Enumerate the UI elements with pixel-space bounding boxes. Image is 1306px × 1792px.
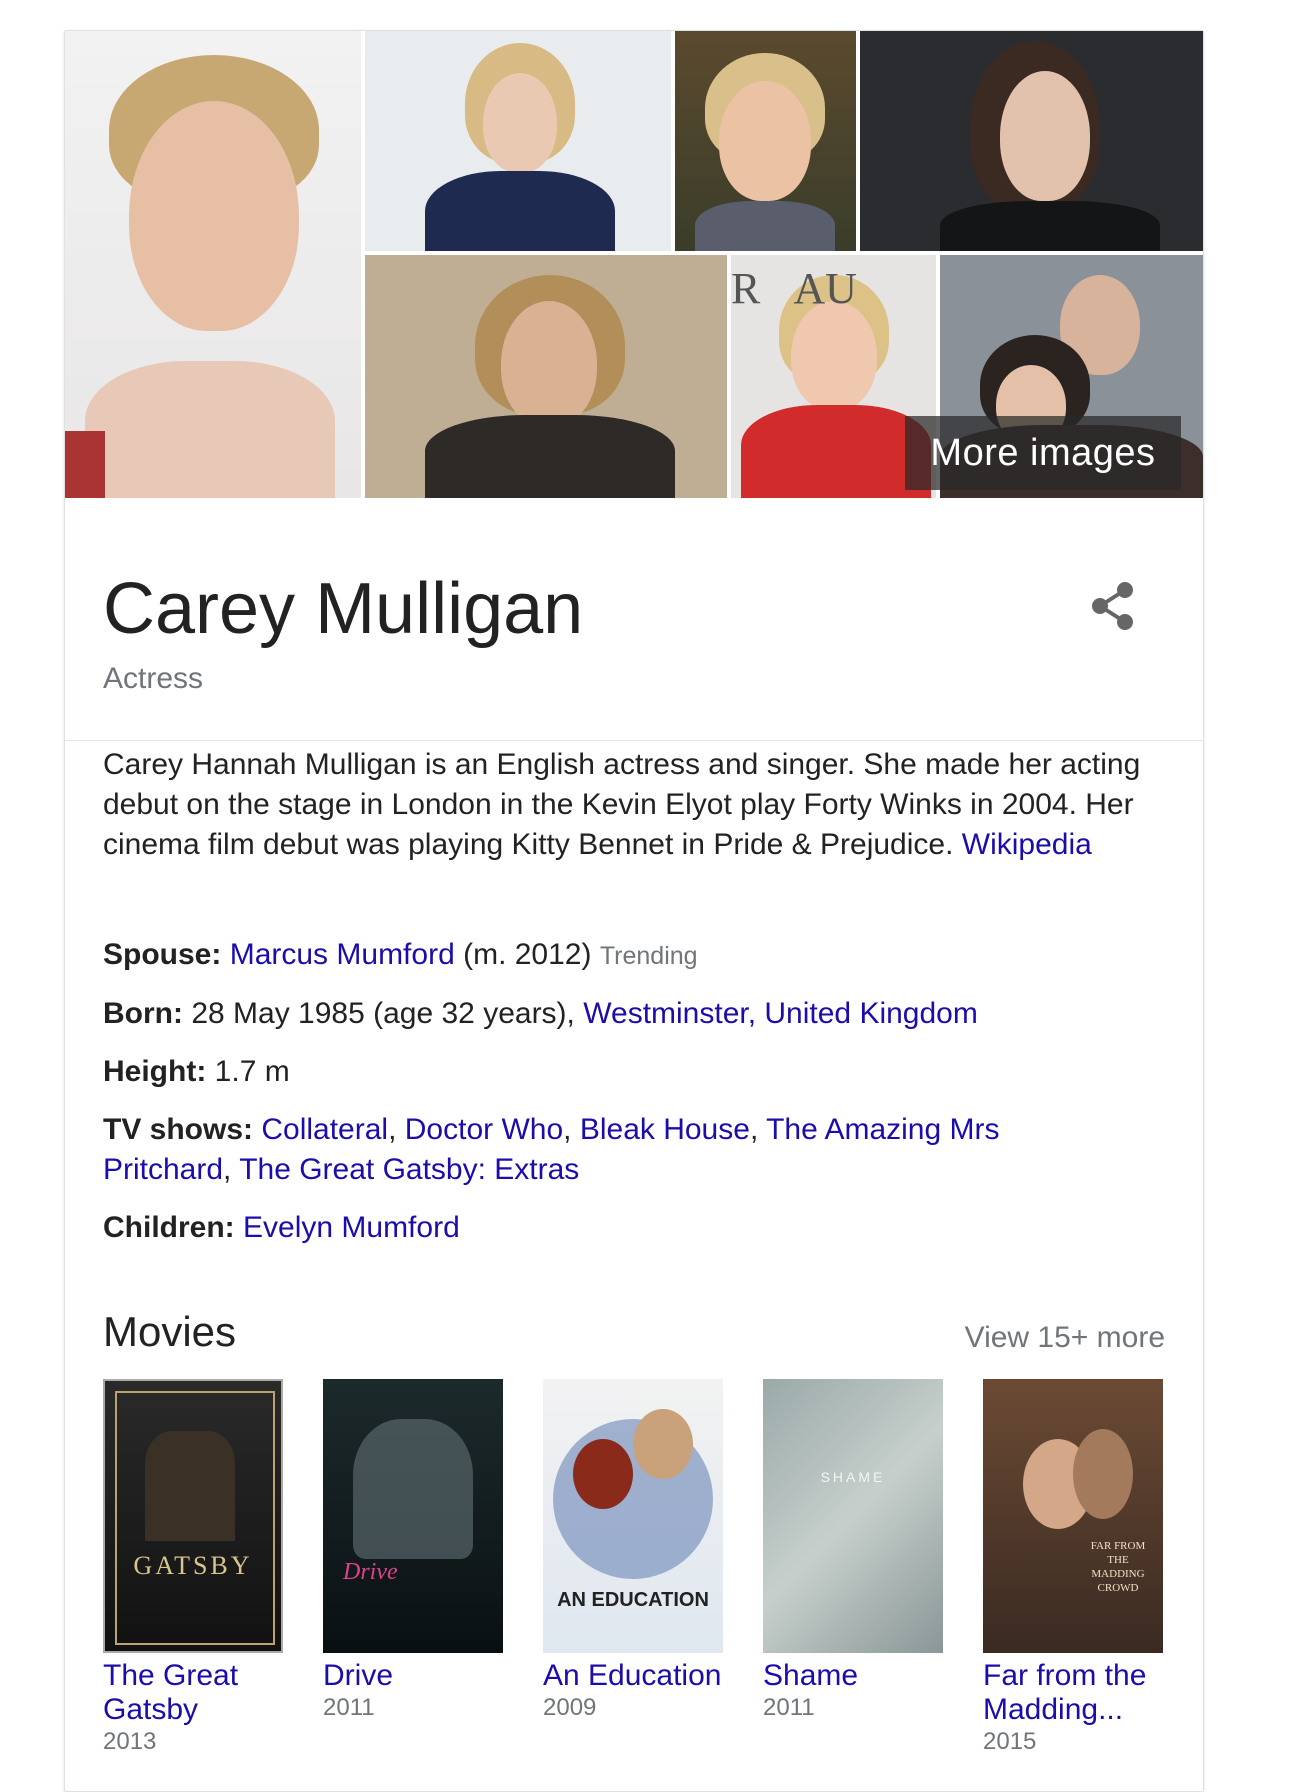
movie-title[interactable]: The Great Gatsby xyxy=(103,1659,293,1727)
movies-heading: Movies xyxy=(103,1308,237,1355)
movie-poster[interactable]: GATSBY xyxy=(103,1379,283,1653)
tv-show-link[interactable]: Doctor Who xyxy=(405,1113,563,1146)
movie-card[interactable]: SHAME Shame 2011 xyxy=(763,1379,953,1723)
poster-title: GATSBY xyxy=(133,1551,253,1580)
movie-poster[interactable]: AN EDUCATION xyxy=(543,1379,723,1653)
fact-label: TV shows: xyxy=(103,1113,254,1146)
photo-2[interactable] xyxy=(365,31,671,251)
view-more-movies-link[interactable]: View 15+ more xyxy=(965,1321,1165,1355)
movie-year: 2011 xyxy=(323,1694,375,1721)
share-icon[interactable] xyxy=(1085,578,1141,634)
movie-poster[interactable]: SHAME xyxy=(763,1379,943,1653)
photo-4[interactable] xyxy=(860,31,1203,251)
photo-1[interactable] xyxy=(65,31,361,498)
born-text: 28 May 1985 (age 32 years), xyxy=(191,997,575,1030)
fact-label: Children: xyxy=(103,1211,235,1244)
fact-label: Spouse: xyxy=(103,938,222,971)
poster-title: SHAME xyxy=(820,1469,886,1485)
wikipedia-link[interactable]: Wikipedia xyxy=(962,828,1092,861)
image-collage: R AU More images xyxy=(65,31,1203,498)
movie-card[interactable]: AN EDUCATION An Education 2009 xyxy=(543,1379,733,1723)
photo-5[interactable] xyxy=(365,255,727,498)
movie-title[interactable]: Shame xyxy=(763,1659,953,1693)
trending-badge: Trending xyxy=(599,942,698,970)
movie-poster[interactable]: FAR FROM THE MADDING CROWD xyxy=(983,1379,1163,1653)
child-link[interactable]: Evelyn Mumford xyxy=(243,1211,460,1244)
fact-tv-shows: TV shows: Collateral, Doctor Who, Bleak … xyxy=(103,1113,1000,1186)
movie-year: 2013 xyxy=(103,1728,157,1755)
spouse-link[interactable]: Marcus Mumford xyxy=(230,938,455,971)
tv-show-link[interactable]: Bleak House xyxy=(580,1113,750,1146)
fact-children: Children: Evelyn Mumford xyxy=(103,1208,1163,1248)
fact-label: Born: xyxy=(103,997,183,1030)
fact-label: Height: xyxy=(103,1055,207,1088)
entity-name: Carey Mulligan xyxy=(103,569,584,649)
movie-poster[interactable]: Drive xyxy=(323,1379,503,1653)
fact-born: Born: 28 May 1985 (age 32 years), Westmi… xyxy=(103,994,1163,1034)
movie-year: 2015 xyxy=(983,1728,1037,1755)
description: Carey Hannah Mulligan is an English actr… xyxy=(103,745,1143,865)
birthplace-link[interactable]: Westminster, United Kingdom xyxy=(583,997,978,1030)
photo-3[interactable] xyxy=(675,31,856,251)
more-images-button[interactable]: More images xyxy=(905,416,1181,490)
facts-list: Spouse: Marcus Mumford (m. 2012) Trendin… xyxy=(103,935,1163,1266)
fact-height: Height: 1.7 m xyxy=(103,1052,1163,1092)
movie-title[interactable]: An Education xyxy=(543,1659,733,1693)
movie-card[interactable]: Drive Drive 2011 xyxy=(323,1379,513,1723)
movie-title[interactable]: Drive xyxy=(323,1659,513,1693)
entity-subtitle: Actress xyxy=(103,662,204,695)
movie-card[interactable]: GATSBY The Great Gatsby 2013 xyxy=(103,1379,293,1757)
movie-year: 2009 xyxy=(543,1694,597,1721)
panel-header: Carey Mulligan Actress xyxy=(65,498,1203,741)
knowledge-panel: R AU More images Carey Mulligan Actress … xyxy=(64,30,1204,1792)
tv-show-link[interactable]: The Great Gatsby: Extras xyxy=(239,1153,579,1186)
movie-card[interactable]: FAR FROM THE MADDING CROWD Far from the … xyxy=(983,1379,1173,1757)
poster-title: Drive xyxy=(343,1559,398,1585)
spouse-detail: (m. 2012) xyxy=(463,938,592,971)
fact-spouse: Spouse: Marcus Mumford (m. 2012) Trendin… xyxy=(103,935,1163,976)
movie-year: 2011 xyxy=(763,1694,815,1721)
poster-title: FAR FROM THE MADDING CROWD xyxy=(1090,1540,1146,1594)
movie-title[interactable]: Far from the Madding... xyxy=(983,1659,1173,1727)
height-value: 1.7 m xyxy=(214,1055,290,1088)
poster-title: AN EDUCATION xyxy=(557,1589,709,1611)
tv-show-link[interactable]: Collateral xyxy=(261,1113,388,1146)
